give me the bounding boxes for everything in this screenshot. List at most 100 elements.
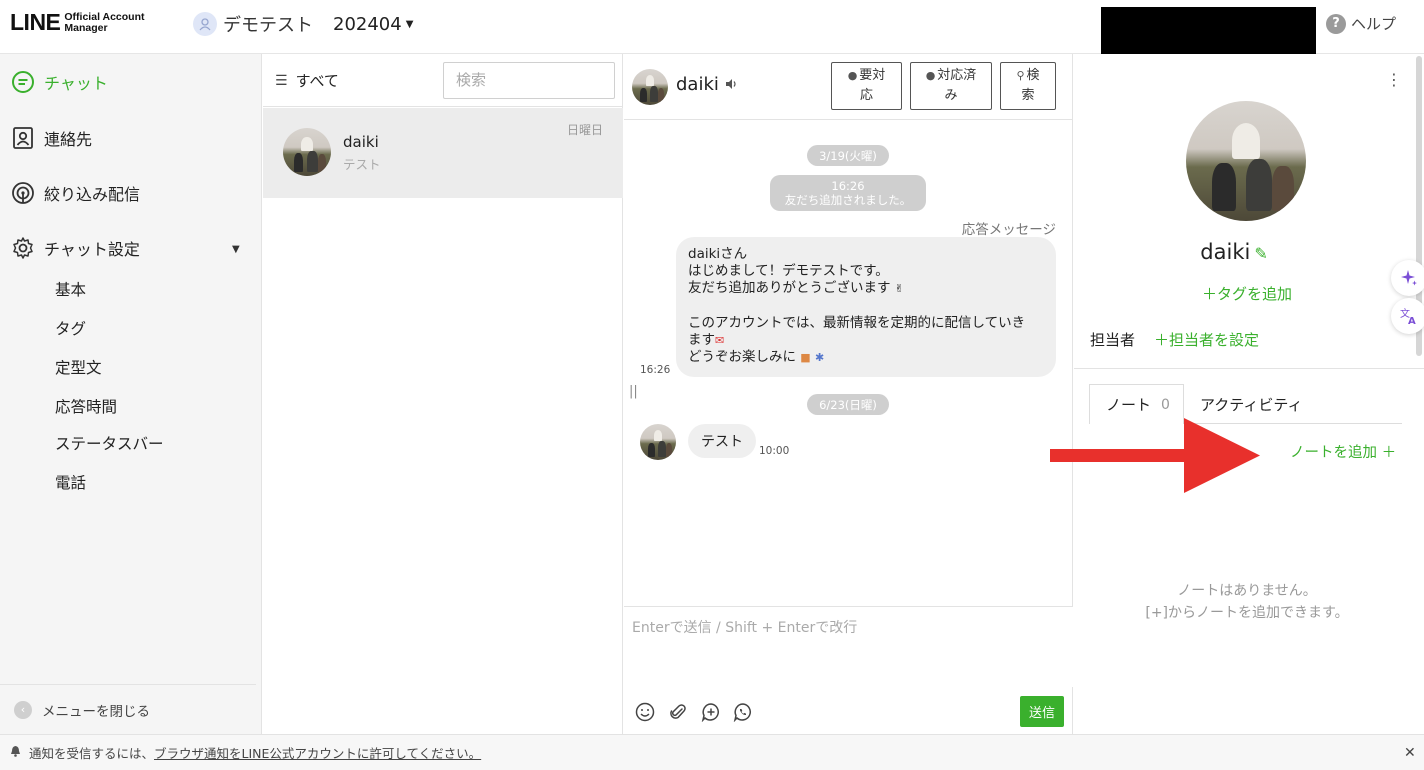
sidebar-item-label: 絞り込み配信 <box>44 185 141 204</box>
ai-sparkle-icon[interactable] <box>1391 260 1424 296</box>
account-name: デモテスト <box>223 15 313 36</box>
contact-avatar <box>283 128 331 176</box>
profile-avatar[interactable] <box>1186 101 1306 221</box>
chat-list-item-name: daiki <box>343 133 379 151</box>
speaker-icon[interactable] <box>725 78 738 93</box>
profile-name-text: daiki <box>1200 240 1251 264</box>
message-time: 16:26 <box>640 364 671 376</box>
tab-notes-count: 0 <box>1161 396 1170 413</box>
check-bubble-icon: ● <box>925 69 936 82</box>
chat-list-item[interactable]: daiki テスト 日曜日 <box>263 108 623 198</box>
sidebar-subitem-response-hours[interactable]: 応答時間 <box>55 395 117 417</box>
sidebar-subitem-basic[interactable]: 基本 <box>55 278 86 300</box>
chat-filter-dropdown[interactable]: ☰ すべて <box>275 70 339 91</box>
bell-icon <box>10 745 21 760</box>
message-line: どうぞお楽しみに ■ ✱ <box>688 349 1044 366</box>
tag-icon: ● <box>847 69 858 82</box>
assignee-label: 担当者 <box>1090 331 1136 349</box>
sidebar-item-label: 連絡先 <box>44 130 93 149</box>
sidebar: チャット 連絡先 絞り込み配信 チャット設定 ▼ 基本 タグ 定型文 応答時間 … <box>0 54 262 734</box>
annotation-arrow-icon <box>1050 418 1260 493</box>
chat-icon <box>10 69 36 95</box>
contact-avatar <box>640 424 676 460</box>
message-input[interactable] <box>624 607 1073 687</box>
allow-notifications-link[interactable]: ブラウザ通知をLINE公式アカウントに許可してください。 <box>154 743 481 762</box>
broadcast-icon <box>10 180 36 206</box>
call-icon[interactable] <box>732 701 754 723</box>
chat-search-label-2: 索 <box>1021 88 1035 103</box>
empty-notes-message: ノートはありません。 <box>1177 583 1317 599</box>
message-line: 友だち追加ありがとうございます ✌ <box>688 280 1044 297</box>
add-note-button[interactable]: ノートを追加 ＋ <box>1290 441 1396 462</box>
help-link[interactable]: ? ヘルプ <box>1326 13 1396 34</box>
needs-action-button[interactable]: ● 要対 応 <box>831 62 902 110</box>
emoji-gift-icon: ■ <box>800 351 811 365</box>
paperclip-icon[interactable] <box>667 701 689 723</box>
chat-pane: daiki ● 要対 応 ● 対応済 み ⚲ 検 索 3/19(火曜) 16:26 友… <box>624 54 1073 734</box>
sidebar-item-chat[interactable]: チャット <box>10 69 108 95</box>
date-separator: 3/19(火曜) <box>807 145 889 166</box>
chat-search-button[interactable]: ⚲ 検 索 <box>1000 62 1056 110</box>
message-line: はじめまして！デモテストです。 <box>688 263 889 280</box>
help-label: ヘルプ <box>1351 15 1397 33</box>
gear-icon <box>10 235 36 261</box>
chat-list-header: ☰ すべて <box>263 54 623 107</box>
close-icon[interactable]: ✕ <box>1404 745 1416 761</box>
chat-filter-label: すべて <box>295 72 339 90</box>
sidebar-item-label: チャット <box>44 74 108 93</box>
message-line: ます✉ <box>688 332 1044 349</box>
sidebar-subitem-templates[interactable]: 定型文 <box>55 356 102 378</box>
chat-search-label-1: 検 <box>1026 68 1040 83</box>
sidebar-subitem-tags[interactable]: タグ <box>55 317 86 339</box>
date-separator: 6/23(日曜) <box>807 394 889 415</box>
contacts-icon <box>10 125 36 151</box>
system-message: 16:26 友だち追加されました。 <box>770 175 926 211</box>
close-menu-button[interactable]: ‹ メニューを閉じる <box>0 684 256 734</box>
emoji-envelope-icon: ✉ <box>715 333 725 347</box>
divider <box>1074 368 1424 369</box>
svg-text:A: A <box>1408 316 1416 326</box>
emoji-peace-icon: ✌ <box>894 282 905 296</box>
set-assignee-button[interactable]: ＋担当者を設定 <box>1154 329 1259 350</box>
tab-activity[interactable]: アクティビティ <box>1200 394 1302 415</box>
translate-icon[interactable]: 文A <box>1391 298 1424 334</box>
chevron-left-icon: ‹ <box>14 700 32 719</box>
mark-done-button[interactable]: ● 対応済 み <box>910 62 992 110</box>
message-line: daikiさん <box>688 246 748 262</box>
sidebar-item-broadcast[interactable]: 絞り込み配信 <box>10 180 140 206</box>
sidebar-item-contacts[interactable]: 連絡先 <box>10 125 92 151</box>
chat-list-panel: ☰ すべて daiki テスト 日曜日 <box>263 54 623 734</box>
chat-search-input[interactable] <box>443 62 615 99</box>
menu-icon: ☰ <box>275 72 288 89</box>
system-message-text: 友だち追加されました。 <box>784 193 912 207</box>
more-options-icon[interactable]: ⋮ <box>1386 70 1402 89</box>
help-icon: ? <box>1326 13 1346 34</box>
sidebar-item-chat-settings[interactable]: チャット設定 <box>10 235 140 261</box>
outgoing-message[interactable]: daikiさん はじめまして！デモテストです。 友だち追加ありがとうございます … <box>676 237 1056 377</box>
redacted-area <box>1101 7 1316 60</box>
logo-sub-text: Official Account Manager <box>64 11 144 34</box>
drag-handle-icon[interactable]: || <box>629 384 638 399</box>
add-tag-button[interactable]: ＋タグを追加 <box>1074 283 1420 304</box>
contact-avatar[interactable] <box>632 69 668 105</box>
tab-notes-label: ノート <box>1106 396 1152 414</box>
account-period: 202404 <box>333 13 402 35</box>
chevron-down-icon[interactable]: ▼ <box>232 244 240 255</box>
send-button[interactable]: 送信 <box>1020 696 1064 727</box>
top-header: LINE Official Account Manager デモテスト 2024… <box>0 0 1424 60</box>
template-message-icon[interactable] <box>700 701 722 723</box>
mark-done-label-1: 対応済 <box>937 68 977 83</box>
app-window: LINE Official Account Manager デモテスト 2024… <box>0 0 1424 770</box>
sidebar-subitem-phone[interactable]: 電話 <box>55 471 86 493</box>
emoji-icon[interactable] <box>634 701 656 723</box>
account-switcher[interactable]: デモテスト 202404 ▼ <box>193 11 413 37</box>
incoming-message[interactable]: テスト <box>688 424 756 458</box>
message-line: このアカウントでは、最新情報を定期的に配信していき <box>688 314 1026 331</box>
chat-header: daiki ● 要対 応 ● 対応済 み ⚲ 検 索 <box>624 54 1073 120</box>
browser-notification-bar: 通知を受信するには、 ブラウザ通知をLINE公式アカウントに許可してください。 … <box>0 734 1424 770</box>
sidebar-subitem-status-bar[interactable]: ステータスバー <box>55 432 164 454</box>
close-menu-label: メニューを閉じる <box>42 703 150 720</box>
line-oa-logo[interactable]: LINE Official Account Manager <box>10 9 145 36</box>
edit-pencil-icon[interactable]: ✎ <box>1254 244 1267 263</box>
